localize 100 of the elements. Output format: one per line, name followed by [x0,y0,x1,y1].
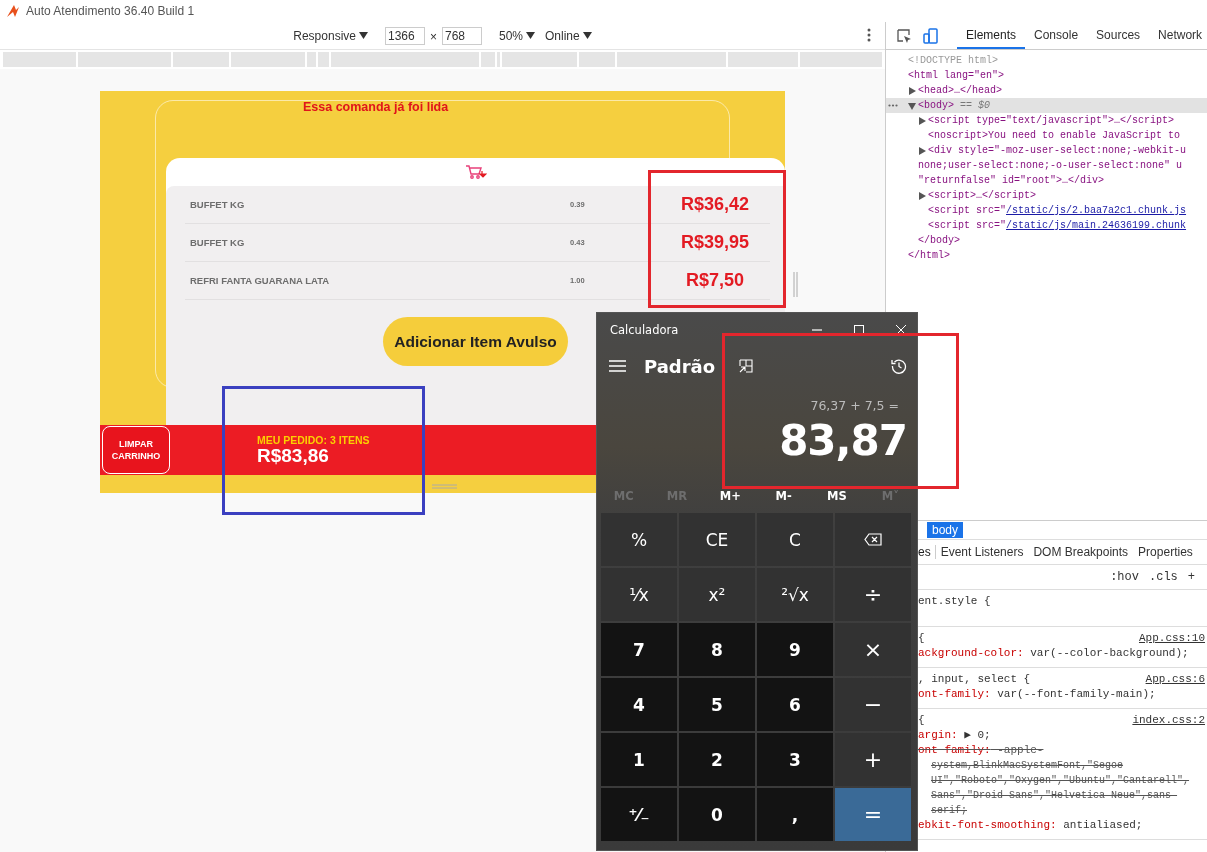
item-name: BUFFET KG [189,237,246,248]
calculator-key[interactable]: ÷ [835,568,911,621]
add-item-button[interactable]: Adicionar Item Avulso [383,317,568,366]
script-link[interactable]: /static/js/2.baa7a2c1.chunk.js [1006,205,1187,216]
rule-selector: , input, select { [918,672,1031,687]
rule-selector: { [918,631,925,646]
memory-button[interactable]: MS [810,485,864,507]
collapsed-triangle-icon[interactable] [918,191,926,200]
calculator-key[interactable]: 5 [679,678,755,731]
calculator-key[interactable]: C [757,513,833,566]
history-icon[interactable] [891,358,907,374]
filter-toggle[interactable]: :hov [1110,570,1139,584]
rule-selector: ent.style { [918,594,991,609]
device-icon[interactable] [923,27,939,44]
calculator-key[interactable]: , [757,788,833,841]
app-logo-icon [6,4,20,18]
calculator-key[interactable]: 1 [601,733,677,786]
calculator-key[interactable]: ²√x [757,568,833,621]
item-name: REFRI FANTA GUARANA LATA [189,275,331,286]
memory-button[interactable]: M- [757,485,811,507]
calculator-key[interactable]: x² [679,568,755,621]
calculator-key[interactable]: 7 [601,623,677,676]
dom-node-text: "returnfalse" id="root">…</div> [918,175,1105,186]
collapsed-triangle-icon[interactable] [918,146,926,155]
dom-node-text: <body> [918,100,954,111]
devtools-tab[interactable]: Network [1149,22,1207,49]
collapsed-triangle-icon[interactable] [918,116,926,125]
dom-node-text: </body> [918,235,960,246]
filter-toggle[interactable]: + [1187,570,1195,584]
dom-node-text: <script src=" [928,205,1006,216]
calculator-key[interactable]: 6 [757,678,833,731]
calculator-key[interactable]: 2 [679,733,755,786]
calculator-key[interactable]: CE [679,513,755,566]
dom-node-text: <html lang="en"> [908,70,1004,81]
dom-node-text: none;user-select:none;-o-user-select:none" u [918,160,1183,171]
devtools-tab[interactable]: Sources [1087,22,1150,49]
calculator-key[interactable]: 3 [757,733,833,786]
calculator-key[interactable]: × [835,623,911,676]
calculator-key[interactable]: 0 [679,788,755,841]
script-link[interactable]: /static/js/main.24636199.chunk [1006,220,1187,231]
dom-node-text: <script type="text/javascript">…</script> [928,115,1175,126]
backspace-icon [864,533,882,546]
resize-handle-icon[interactable] [793,272,798,297]
item-price: R$36,42 [679,194,751,215]
expression-text: 76,37 + 7,5 = [809,398,900,413]
menu-icon[interactable] [609,360,626,372]
calculator-key[interactable]: 8 [679,623,755,676]
panel-tab[interactable]: Properties [1133,545,1198,559]
dom-node-text: <script>…</script> [928,190,1037,201]
maximize-icon[interactable] [854,325,864,335]
item-price: R$7,50 [684,270,745,291]
panel-tab[interactable]: DOM Breakpoints [1028,545,1134,559]
collapsed-triangle-icon[interactable] [908,86,916,95]
height-field[interactable]: 768 [442,26,482,45]
expanded-triangle-icon[interactable] [908,101,916,110]
rule-selector: { [918,713,925,728]
resize-handle-icon[interactable] [432,484,457,489]
zoom-dropdown[interactable]: 50% [499,28,536,43]
source-link[interactable]: index.css:2 [1132,713,1205,728]
source-link[interactable]: App.css:10 [1139,631,1205,646]
backspace-button[interactable] [835,513,911,566]
devtools-tab[interactable]: Console [1025,22,1088,49]
more-icon[interactable] [888,104,898,107]
caret-icon [359,32,368,39]
clear-cart-button[interactable]: LIMPAR CARRINHO [102,426,170,474]
dimension-separator: × [430,30,437,44]
css-declaration: ont-family: var(--font-family-main); [918,687,1156,702]
caret-icon [526,32,536,39]
network-dropdown[interactable]: Online [545,28,592,43]
window-title: Auto Atendimento 36.40 Build 1 [26,4,195,18]
calculator-key[interactable]: 9 [757,623,833,676]
dom-node-text: </html> [908,250,950,261]
css-declaration: Sans","Droid Sans","Helvetica Neue",sans- [931,790,1178,801]
device-mode-dropdown[interactable]: Responsive [293,28,368,43]
panel-tab[interactable]: Event Listeners [935,545,1029,559]
css-declaration: ont family: -apple- [918,743,1044,758]
inspect-icon[interactable] [896,27,912,44]
width-field[interactable]: 1366 [385,26,425,45]
close-icon[interactable] [896,325,906,335]
calculator-key[interactable]: % [601,513,677,566]
dom-node-text: <noscript>You need to enable JavaScript to [928,130,1181,141]
dom-node-text: <script src=" [928,220,1006,231]
source-link[interactable]: App.css:6 [1145,672,1205,687]
calculator-key[interactable]: ⁺⁄₋ [601,788,677,841]
calculator-key[interactable]: − [835,678,911,731]
mode-title: Padrão [644,355,716,377]
devtools-tab[interactable]: Elements [957,22,1026,49]
notice-text: Essa comanda já foi lida [303,99,450,116]
more-icon[interactable] [867,28,871,42]
calculator-key[interactable]: = [835,788,911,841]
result-display: 83,87 [778,416,908,465]
keep-on-top-icon[interactable] [739,359,754,373]
calculator-key[interactable]: 4 [601,678,677,731]
breadcrumb-item[interactable]: body [927,522,964,538]
calculator-key[interactable]: ¹⁄x [601,568,677,621]
calculator-key[interactable]: + [835,733,911,786]
memory-button[interactable]: M+ [703,485,757,507]
cart-icon [464,165,487,179]
filter-toggle[interactable]: .cls [1149,570,1178,584]
dom-node-text: <div style="-moz-user-select:none;-webkit-u [928,145,1187,156]
